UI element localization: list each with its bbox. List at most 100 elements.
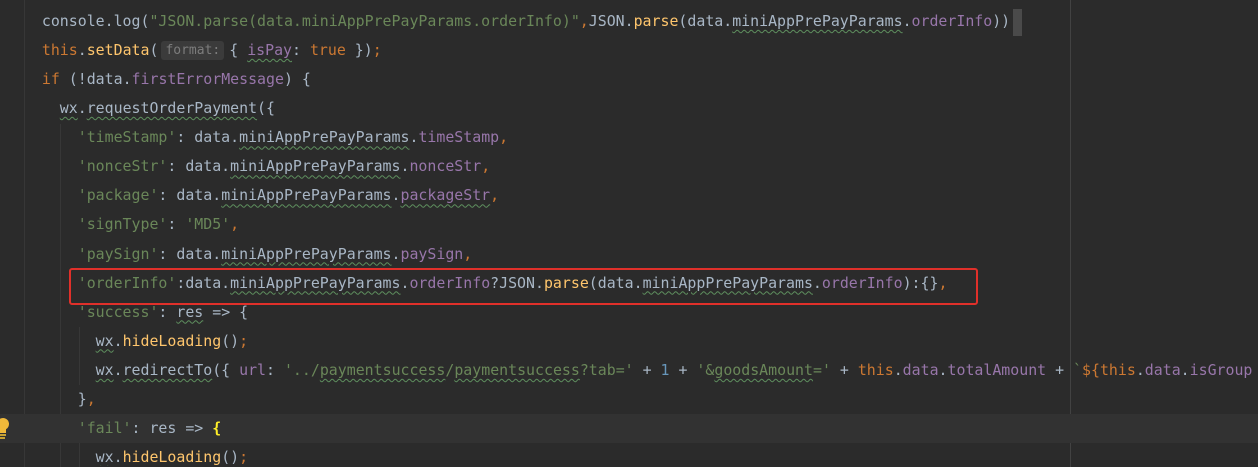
code-token: isPay	[247, 41, 293, 60]
code-token: {	[229, 41, 248, 60]
code-token: ,	[230, 215, 240, 234]
code-line[interactable]: 'fail': res => {	[0, 413, 1258, 443]
code-token: ;	[239, 447, 249, 466]
code-token: this	[857, 360, 894, 379]
code-token: ,	[463, 244, 473, 263]
code-token: res	[176, 302, 204, 321]
code-token: :	[167, 215, 186, 234]
code-token: .	[812, 273, 822, 292]
code-token: : res =>	[131, 418, 213, 437]
lightbulb-icon-graphic	[0, 418, 9, 439]
code-line[interactable]: 'timeStamp': data.miniAppPrePayParams.ti…	[0, 123, 1258, 152]
code-token: wx	[59, 99, 78, 118]
code-token: ()	[221, 447, 240, 466]
code-token: console.log(	[41, 12, 150, 30]
code-token: ='	[812, 360, 831, 379]
code-token: miniAppPrePayParams	[642, 273, 813, 292]
code-line[interactable]: 'signType': 'MD5',	[0, 210, 1258, 239]
code-token: (!data.	[59, 70, 132, 89]
code-token: 'orderInfo'	[77, 273, 177, 292]
code-line[interactable]: 'nonceStr': data.miniAppPrePayParams.non…	[0, 152, 1258, 181]
code-token: (data.	[588, 273, 643, 292]
code-token: ) {	[283, 70, 311, 89]
code-token: .	[113, 331, 123, 350]
code-line[interactable]: this.setData(format:{ isPay: true });	[0, 36, 1258, 65]
code-token: :	[266, 360, 284, 379]
code-token: packageStr	[400, 186, 491, 205]
code-token: paymentsuccess	[454, 360, 580, 379]
code-token: nonceStr	[409, 157, 482, 176]
code-token: if	[41, 70, 60, 89]
code-token: 'fail'	[77, 418, 132, 437]
code-lines[interactable]: console.log("JSON.parse(data.miniAppPreP…	[0, 7, 1258, 466]
code-token: 'signType'	[77, 215, 168, 234]
code-token: 'timeStamp'	[77, 128, 177, 147]
code-token: setData	[86, 41, 150, 60]
code-token: ?tab='	[579, 360, 634, 379]
code-line[interactable]: },	[0, 385, 1258, 414]
code-token: +	[633, 360, 661, 379]
code-line[interactable]: wx.requestOrderPayment({	[0, 94, 1258, 123]
code-token: hideLoading	[122, 331, 222, 350]
code-token: ,	[490, 186, 500, 205]
code-token: .	[893, 360, 903, 379]
code-editor[interactable]: console.log("JSON.parse(data.miniAppPreP…	[0, 0, 1258, 467]
code-token: .	[1135, 360, 1145, 379]
code-token: requestOrderPayment	[86, 99, 258, 118]
code-token: ,	[499, 128, 509, 147]
code-token: wx	[95, 360, 114, 379]
code-token: 'MD5'	[185, 215, 231, 234]
code-token: ,	[579, 12, 589, 30]
code-line[interactable]: 'success': res => {	[0, 298, 1258, 327]
code-token: miniAppPrePayParams	[230, 273, 401, 292]
code-line[interactable]: wx.hideLoading();	[0, 443, 1258, 466]
code-token: parse	[543, 273, 589, 292]
code-token: => {	[203, 302, 249, 321]
code-token: .	[902, 12, 912, 30]
code-token: (data.	[678, 12, 733, 30]
code-token: +	[669, 360, 697, 379]
lightbulb-icon[interactable]	[0, 416, 11, 440]
code-line[interactable]: 'package': data.miniAppPrePayParams.pack…	[0, 181, 1258, 210]
code-token: ))	[992, 12, 1011, 30]
code-token: .	[113, 447, 123, 466]
code-token: miniAppPrePayParams	[239, 128, 410, 147]
code-token: ${	[1082, 360, 1100, 379]
code-token: :	[158, 302, 177, 321]
bracket-highlight	[1013, 9, 1022, 36]
code-token: : data.	[158, 244, 222, 263]
code-token: this	[1099, 360, 1136, 379]
code-line[interactable]: wx.hideLoading();	[0, 327, 1258, 356]
code-token: wx	[95, 447, 114, 466]
code-token: ;	[372, 41, 382, 60]
code-token: ;	[239, 331, 249, 350]
code-token: miniAppPrePayParams	[732, 12, 903, 30]
code-line[interactable]: console.log("JSON.parse(data.miniAppPreP…	[0, 7, 1258, 36]
code-token: .	[77, 41, 87, 60]
code-token: ,	[481, 157, 491, 176]
code-token: .	[113, 360, 123, 379]
code-token: :data.	[176, 273, 231, 292]
code-line[interactable]: 'orderInfo':data.miniAppPrePayParams.ord…	[0, 269, 1258, 298]
code-line[interactable]: 'paySign': data.miniAppPrePayParams.payS…	[0, 240, 1258, 269]
code-token: miniAppPrePayParams	[221, 244, 392, 263]
code-token: ):{}	[902, 273, 939, 292]
code-token: :	[292, 41, 310, 60]
code-token: +	[830, 360, 858, 379]
code-token: firstErrorMessage	[131, 70, 284, 89]
code-token: 'package'	[77, 186, 159, 205]
code-token: parse	[633, 12, 679, 30]
code-line[interactable]: if (!data.firstErrorMessage) {	[0, 65, 1258, 94]
code-line[interactable]: wx.redirectTo({ url: '../paymentsuccess/…	[0, 356, 1258, 385]
code-token: paySign	[400, 244, 464, 263]
